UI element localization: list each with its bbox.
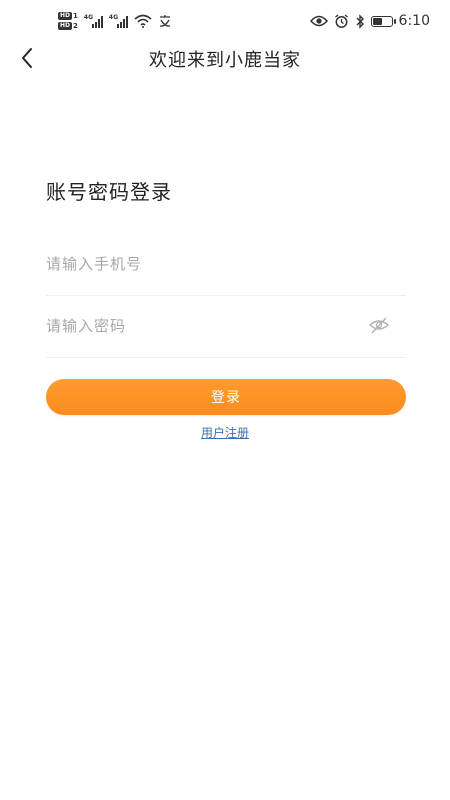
status-time: 6:10: [398, 13, 430, 29]
phone-field: [46, 234, 406, 296]
signal-1-icon: 4G: [84, 14, 103, 28]
register-link[interactable]: 用户注册: [0, 424, 450, 441]
signal-bar: [116, 24, 119, 28]
page-title: 欢迎来到小鹿当家: [149, 50, 301, 71]
sim1-badge: HD 1: [58, 12, 78, 20]
sim2-label: HD: [58, 22, 73, 30]
status-bar: HD 1 HD 2 4G 4G 6:10: [0, 0, 450, 40]
eye-off-icon[interactable]: [368, 316, 390, 336]
battery-level: [372, 17, 382, 25]
status-left: HD 1 HD 2 4G 4G: [58, 10, 172, 32]
login-section-title: 账号密码登录: [46, 180, 172, 204]
message-icon: [159, 15, 171, 27]
signal-bar: [100, 16, 103, 28]
signal-bar: [91, 24, 94, 28]
status-right: 6:10: [309, 10, 430, 32]
sim2-badge: HD 2: [58, 22, 78, 30]
signal-bar: [94, 22, 97, 28]
password-field: [46, 296, 406, 358]
sim2-number: 2: [73, 21, 78, 30]
network-2-label: 4G: [108, 14, 118, 21]
signal-bar: [125, 16, 128, 28]
alarm-icon: [334, 13, 348, 28]
network-1-label: 4G: [83, 14, 93, 21]
password-input[interactable]: [46, 296, 346, 356]
signal-2-icon: 4G: [109, 14, 128, 28]
eye-icon: [309, 15, 328, 27]
sim1-label: HD: [58, 12, 73, 20]
sim1-number: 1: [73, 11, 78, 20]
signal-bar: [97, 19, 100, 28]
wifi-icon: [134, 14, 152, 28]
sim-badges: HD 1 HD 2: [58, 12, 78, 30]
bluetooth-icon: [356, 13, 364, 29]
battery-icon: [370, 15, 396, 27]
signal-bar: [119, 22, 122, 28]
phone-input[interactable]: [46, 234, 346, 294]
login-button[interactable]: 登录: [46, 379, 406, 415]
signal-bar: [122, 19, 125, 28]
